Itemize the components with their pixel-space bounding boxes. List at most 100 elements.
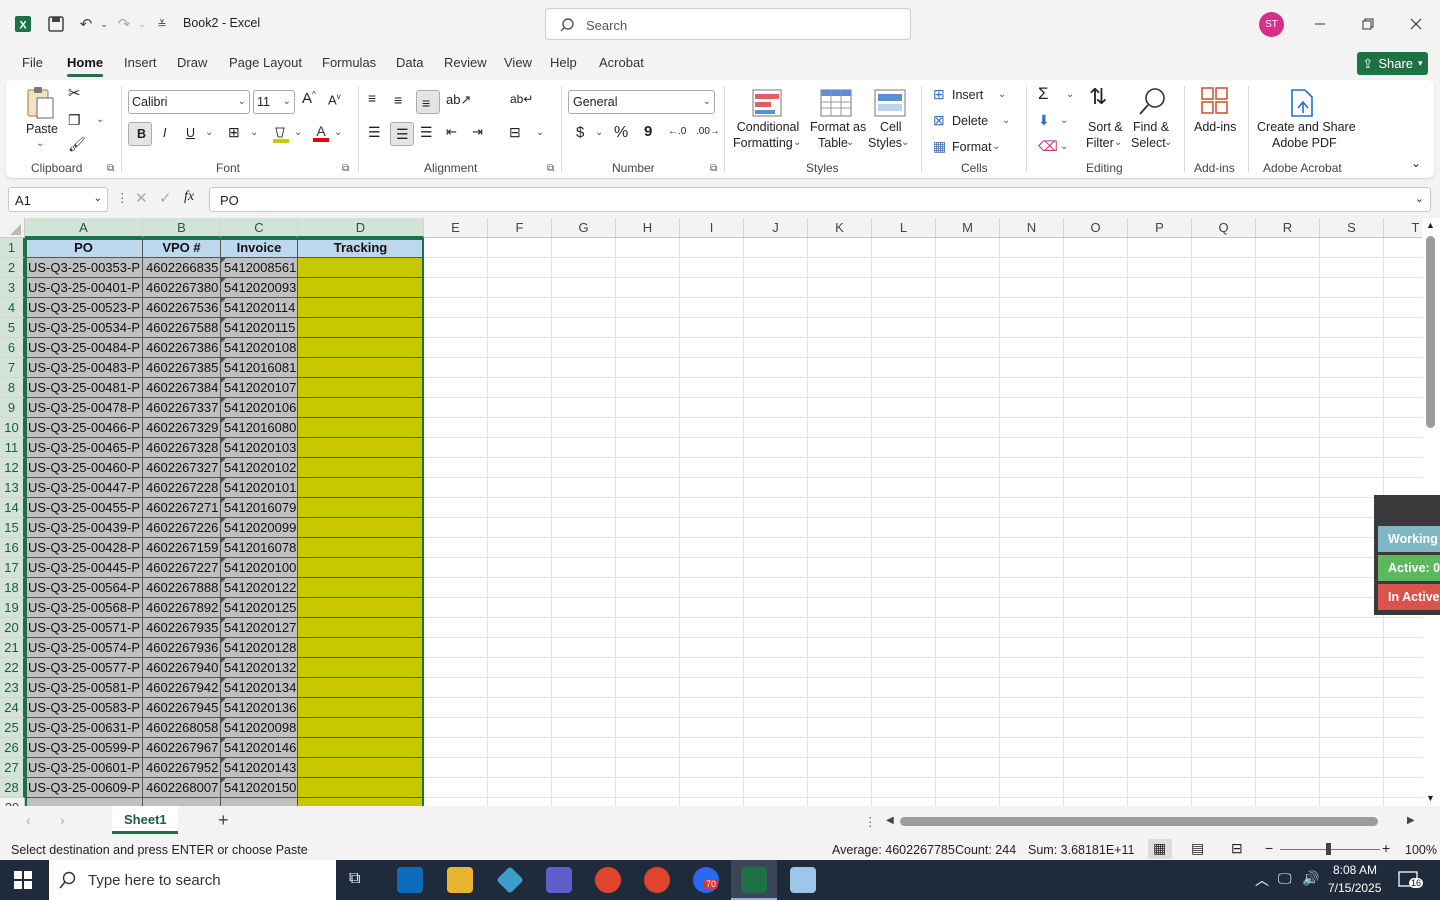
currency-dropdown-icon[interactable]: ⌄: [595, 127, 603, 138]
data-cell[interactable]: US-Q3-25-00583-P: [25, 698, 143, 718]
row-header-4[interactable]: 4: [0, 298, 25, 318]
cut-icon[interactable]: ✂: [68, 84, 81, 102]
align-top-icon[interactable]: ≡: [368, 90, 376, 106]
data-cell[interactable]: 4602267952: [143, 758, 221, 778]
row-header-26[interactable]: 26: [0, 738, 25, 758]
data-cell[interactable]: 4602267967: [143, 738, 221, 758]
comma-style-icon[interactable]: 9: [644, 123, 652, 140]
data-cell[interactable]: US-Q3-25-00574-P: [25, 638, 143, 658]
data-cell[interactable]: [298, 658, 424, 678]
font-color-dropdown-icon[interactable]: ⌄: [334, 127, 342, 138]
data-cell[interactable]: 5412016079: [221, 498, 298, 518]
data-cell[interactable]: [221, 798, 298, 806]
chevron-down-icon[interactable]: ⌄: [1060, 141, 1068, 152]
data-cell[interactable]: 4602267385: [143, 358, 221, 378]
tab-data[interactable]: Data: [396, 55, 423, 70]
data-cell[interactable]: US-Q3-25-00353-P: [25, 258, 143, 278]
data-cell[interactable]: [298, 418, 424, 438]
customize-qat-icon[interactable]: ≚: [150, 12, 174, 36]
data-cell[interactable]: US-Q3-25-00568-P: [25, 598, 143, 618]
data-cell[interactable]: 5412020101: [221, 478, 298, 498]
zoom-app-icon[interactable]: 70: [693, 867, 719, 893]
outlook-icon[interactable]: [397, 867, 423, 893]
row-header-10[interactable]: 10: [0, 418, 25, 438]
more-options-icon[interactable]: ⋮: [864, 814, 877, 829]
font-name-select[interactable]: Calibri ⌄: [128, 90, 250, 114]
paste-icon[interactable]: [24, 86, 54, 120]
normal-view-button[interactable]: ▦: [1148, 839, 1172, 859]
data-cell[interactable]: [298, 718, 424, 738]
font-color-icon[interactable]: A: [312, 123, 330, 143]
fill-color-dropdown-icon[interactable]: ⌄: [294, 127, 302, 138]
row-header-16[interactable]: 16: [0, 538, 25, 558]
data-cell[interactable]: 5412020128: [221, 638, 298, 658]
notifications-icon[interactable]: 16: [1398, 870, 1424, 890]
column-header-i[interactable]: I: [680, 218, 744, 238]
cell-styles-line2[interactable]: Styles: [868, 136, 902, 150]
clock-date[interactable]: 7/15/2025: [1328, 881, 1381, 895]
data-cell[interactable]: 5412016081: [221, 358, 298, 378]
font-size-select[interactable]: 11 ⌄: [253, 90, 295, 114]
number-format-select[interactable]: General ⌄: [568, 90, 715, 114]
chevron-down-icon[interactable]: ⌄: [1060, 115, 1068, 126]
column-header-a[interactable]: A: [25, 218, 143, 238]
data-cell[interactable]: 5412020134: [221, 678, 298, 698]
data-cell[interactable]: 4602267892: [143, 598, 221, 618]
restore-icon[interactable]: [1356, 12, 1380, 36]
data-cell[interactable]: 5412020114: [221, 298, 298, 318]
data-cell[interactable]: US-Q3-25-00609-P: [25, 778, 143, 798]
zoom-in-icon[interactable]: +: [1382, 840, 1390, 856]
tab-draw[interactable]: Draw: [177, 55, 207, 70]
data-cell[interactable]: US-Q3-25-00447-P: [25, 478, 143, 498]
data-cell[interactable]: 4602267936: [143, 638, 221, 658]
format-as-table-icon[interactable]: [820, 88, 852, 118]
insert-cells-icon[interactable]: ⊞: [933, 86, 945, 103]
data-cell[interactable]: US-Q3-25-00481-P: [25, 378, 143, 398]
data-cell[interactable]: [298, 498, 424, 518]
dialog-launcher-icon[interactable]: ⧉: [107, 163, 114, 174]
find-select-line2[interactable]: Select: [1131, 136, 1166, 150]
chrome-icon[interactable]: [595, 867, 621, 893]
row-header-21[interactable]: 21: [0, 638, 25, 658]
row-header-3[interactable]: 3: [0, 278, 25, 298]
row-header-29[interactable]: 29: [0, 798, 25, 806]
data-cell[interactable]: US-Q3-25-00581-P: [25, 678, 143, 698]
data-cell[interactable]: 4602267536: [143, 298, 221, 318]
column-header-c[interactable]: C: [221, 218, 298, 238]
row-header-15[interactable]: 15: [0, 518, 25, 538]
data-cell[interactable]: [298, 798, 424, 806]
tab-formulas[interactable]: Formulas: [322, 55, 376, 70]
italic-button[interactable]: I: [163, 126, 166, 140]
row-header-8[interactable]: 8: [0, 378, 25, 398]
column-header-r[interactable]: R: [1256, 218, 1320, 238]
data-cell[interactable]: 5412020125: [221, 598, 298, 618]
chevron-down-icon[interactable]: ⌄: [901, 137, 909, 148]
sort-filter-line1[interactable]: Sort &: [1088, 120, 1123, 134]
data-cell[interactable]: [298, 258, 424, 278]
data-cell[interactable]: [298, 698, 424, 718]
merge-center-icon[interactable]: ⊟: [509, 124, 521, 141]
zoom-out-icon[interactable]: −: [1265, 840, 1273, 856]
row-header-6[interactable]: 6: [0, 338, 25, 358]
row-header-12[interactable]: 12: [0, 458, 25, 478]
data-cell[interactable]: [298, 298, 424, 318]
chevron-down-icon[interactable]: ⌄: [992, 141, 1000, 152]
data-cell[interactable]: 5412020115: [221, 318, 298, 338]
data-cell[interactable]: [298, 678, 424, 698]
taskbar-search[interactable]: Type here to search: [49, 860, 336, 900]
autosum-icon[interactable]: Σ: [1038, 84, 1049, 104]
conditional-formatting-icon[interactable]: [752, 88, 782, 118]
windows-start-icon[interactable]: [14, 871, 32, 889]
data-cell[interactable]: 4602267226: [143, 518, 221, 538]
delete-cells-icon[interactable]: ⊠: [933, 112, 945, 129]
zoom-level[interactable]: 100%: [1405, 843, 1437, 857]
data-cell[interactable]: 5412020102: [221, 458, 298, 478]
format-as-table-line1[interactable]: Format as: [810, 120, 866, 134]
orientation-icon[interactable]: ab↗: [446, 92, 471, 108]
file-explorer-icon[interactable]: [447, 867, 473, 893]
cell-styles-icon[interactable]: [874, 88, 906, 118]
data-cell[interactable]: [298, 638, 424, 658]
data-cell[interactable]: 5412016080: [221, 418, 298, 438]
column-header-n[interactable]: N: [1000, 218, 1064, 238]
data-cell[interactable]: [298, 478, 424, 498]
